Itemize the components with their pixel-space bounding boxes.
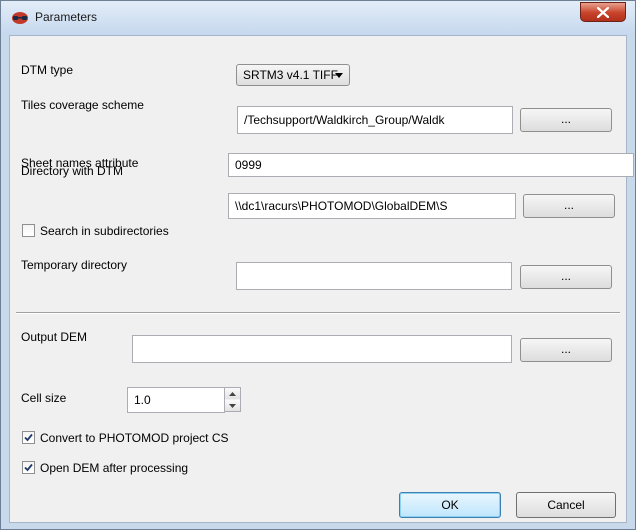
tiles-coverage-browse-button[interactable]: ...: [520, 108, 612, 132]
temp-directory-label: Temporary directory: [21, 258, 128, 272]
open-dem-checkbox[interactable]: [22, 461, 35, 474]
dtm-type-value: SRTM3 v4.1 TIFF: [243, 68, 338, 82]
open-dem-label: Open DEM after processing: [40, 461, 189, 475]
search-subdirs-checkbox[interactable]: [22, 224, 35, 237]
cell-size-label: Cell size: [21, 391, 67, 405]
stepper-down-button[interactable]: [225, 400, 240, 411]
title-bar[interactable]: Parameters: [1, 1, 635, 35]
dtm-type-select[interactable]: SRTM3 v4.1 TIFF: [236, 64, 350, 86]
close-icon: [597, 7, 609, 18]
cell-size-input[interactable]: 1.0: [127, 387, 225, 413]
tiles-coverage-label: Tiles coverage scheme: [21, 98, 144, 112]
chevron-down-icon: [335, 73, 343, 78]
sheet-names-input[interactable]: 0999: [228, 153, 634, 177]
chevron-down-icon: [229, 404, 236, 408]
search-subdirs-label: Search in subdirectories: [40, 224, 169, 238]
output-dem-input[interactable]: [132, 335, 512, 363]
chevron-up-icon: [229, 392, 236, 396]
convert-cs-checkbox[interactable]: [22, 431, 35, 444]
window-title: Parameters: [35, 10, 98, 24]
directory-dtm-label: Directory with DTM: [21, 164, 124, 178]
cancel-button[interactable]: Cancel: [516, 492, 616, 518]
output-dem-label: Output DEM: [21, 330, 88, 344]
tiles-coverage-input[interactable]: /Techsupport/Waldkirch_Group/Waldk: [237, 106, 513, 134]
dtm-type-label: DTM type: [21, 63, 74, 77]
ok-button[interactable]: OK: [399, 492, 501, 518]
cell-size-stepper[interactable]: [224, 387, 241, 412]
checkmark-icon: [24, 463, 33, 472]
temp-directory-browse-button[interactable]: ...: [520, 265, 612, 289]
directory-dtm-browse-button[interactable]: ...: [523, 194, 615, 218]
temp-directory-input[interactable]: [236, 262, 512, 290]
close-button[interactable]: [580, 2, 626, 22]
directory-dtm-input[interactable]: \\dc1\racurs\PHOTOMOD\GlobalDEM\S: [228, 193, 516, 219]
stepper-up-button[interactable]: [225, 388, 240, 399]
section-divider: [16, 312, 620, 314]
app-icon: [12, 12, 28, 24]
output-dem-browse-button[interactable]: ...: [520, 338, 612, 362]
parameters-dialog: Parameters DTM type SRTM3 v4.1 TIFF Tile…: [0, 0, 636, 530]
convert-cs-label: Convert to PHOTOMOD project CS: [40, 431, 229, 445]
dialog-body: DTM type SRTM3 v4.1 TIFF Tiles coverage …: [9, 35, 634, 523]
checkmark-icon: [24, 433, 33, 442]
